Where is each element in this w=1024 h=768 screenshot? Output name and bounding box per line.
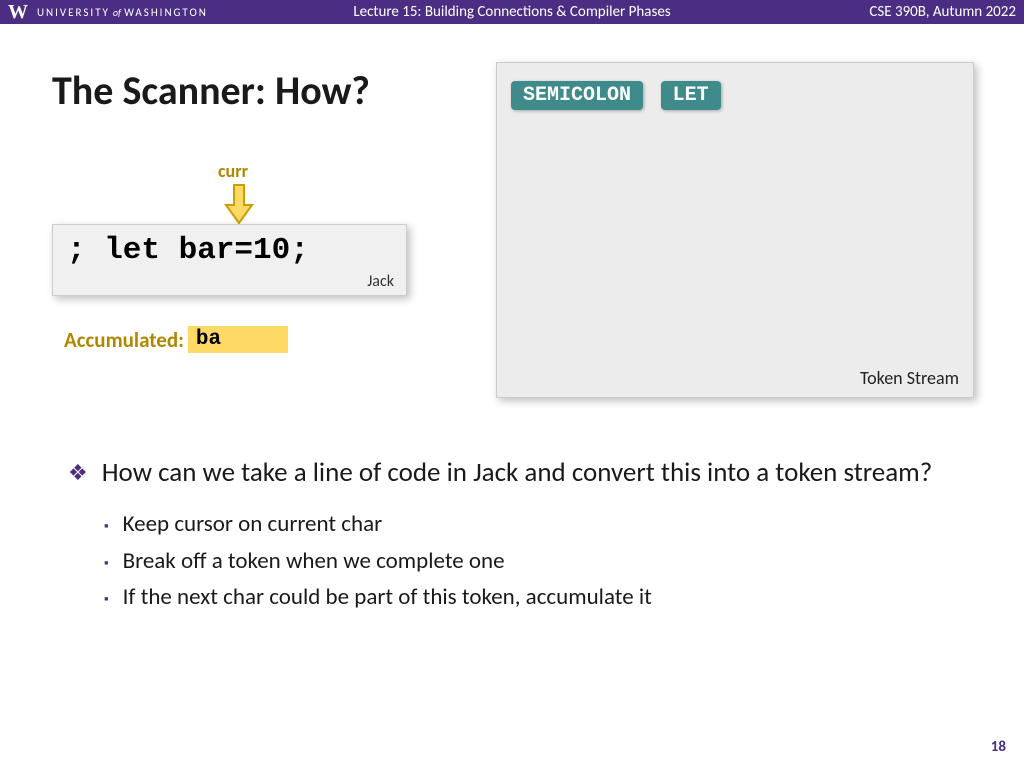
bullet-content: ❖ How can we take a line of code in Jack… <box>68 454 948 616</box>
sub-bullet-text: If the next char could be part of this t… <box>123 579 652 616</box>
uw-university-text: UNIVERSITY <box>37 6 110 19</box>
accumulated-row: Accumulated: ba <box>64 326 288 353</box>
page-number: 18 <box>991 738 1006 756</box>
main-bullet-text: How can we take a line of code in Jack a… <box>102 454 933 492</box>
square-bullet-icon: ▪ <box>104 517 109 538</box>
code-text: ; let bar=10; <box>67 233 392 268</box>
diamond-bullet-icon: ❖ <box>68 458 88 489</box>
uw-logo: W UNIVERSITY of WASHINGTON <box>8 1 208 24</box>
sub-bullet-text: Keep cursor on current char <box>123 506 383 543</box>
code-language-label: Jack <box>367 272 394 291</box>
header-bar: W UNIVERSITY of WASHINGTON Lecture 15: B… <box>0 0 1024 24</box>
sub-bullet-text: Break off a token when we complete one <box>123 543 505 580</box>
sub-bullet-1: ▪ Keep cursor on current char <box>104 506 948 543</box>
sub-bullet-3: ▪ If the next char could be part of this… <box>104 579 948 616</box>
code-box: ; let bar=10; Jack <box>52 224 407 296</box>
square-bullet-icon: ▪ <box>104 590 109 611</box>
arrow-down-icon <box>224 183 254 225</box>
lecture-title: Lecture 15: Building Connections & Compi… <box>353 3 670 21</box>
accumulated-label: Accumulated: <box>64 327 184 353</box>
uw-of-text: of <box>113 6 121 19</box>
main-bullet: ❖ How can we take a line of code in Jack… <box>68 454 948 492</box>
token-stream-label: Token Stream <box>860 367 959 389</box>
curr-label: curr <box>218 160 248 182</box>
sub-bullet-2: ▪ Break off a token when we complete one <box>104 543 948 580</box>
slide-title: The Scanner: How? <box>52 66 370 115</box>
uw-washington-text: WASHINGTON <box>124 6 208 19</box>
token-stream-box: SEMICOLON LET Token Stream <box>496 62 974 398</box>
token-let: LET <box>661 81 721 110</box>
token-semicolon: SEMICOLON <box>511 81 643 110</box>
uw-w-icon: W <box>8 1 29 24</box>
square-bullet-icon: ▪ <box>104 554 109 575</box>
course-label: CSE 390B, Autumn 2022 <box>869 3 1016 21</box>
accumulated-value: ba <box>188 326 288 353</box>
